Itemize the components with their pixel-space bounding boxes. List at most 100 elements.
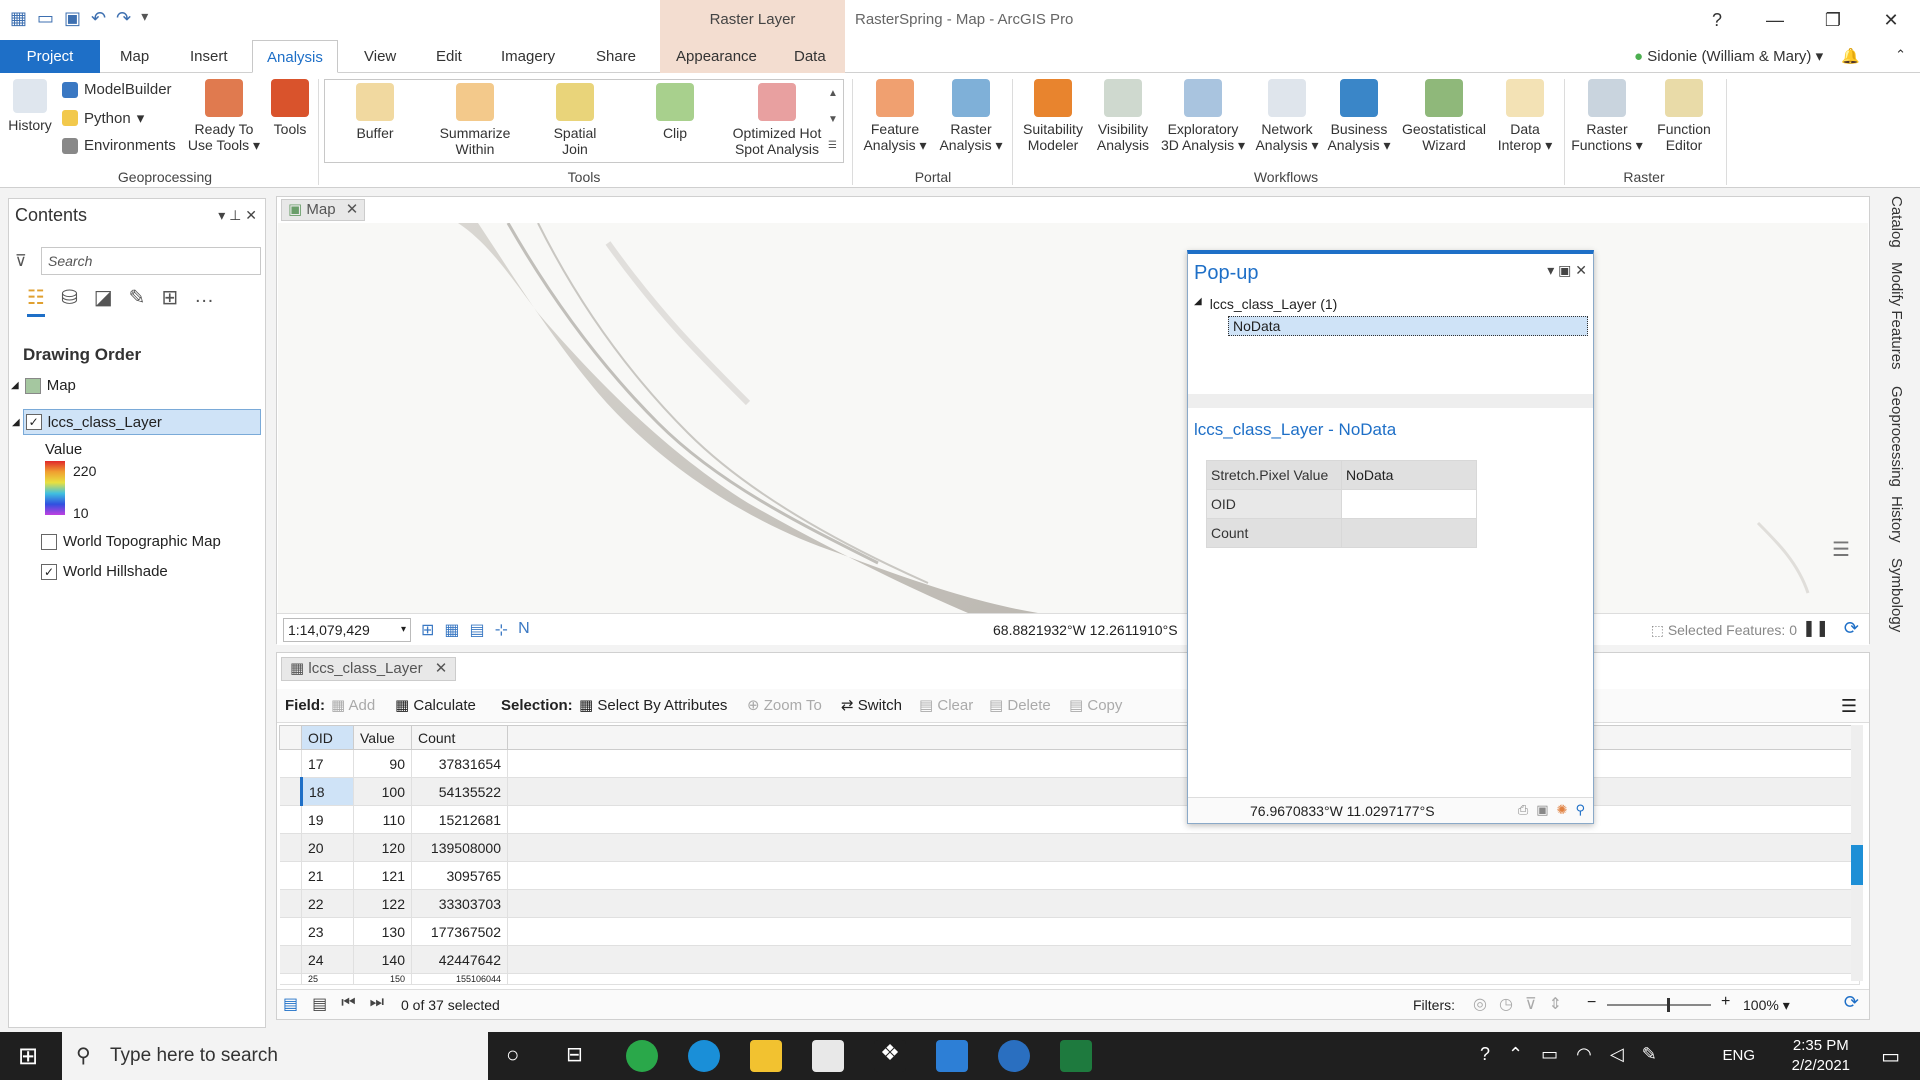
- popup-feature-item[interactable]: NoData: [1228, 316, 1588, 336]
- close-button[interactable]: ✕: [1862, 0, 1920, 40]
- list-by-drawing-order-icon[interactable]: ☷: [27, 285, 45, 317]
- ready-to-use-tools-button[interactable]: Ready To Use Tools ▾: [182, 79, 266, 153]
- gallery-scroll[interactable]: ▲ ▼ ☰: [828, 81, 838, 159]
- print-icon[interactable]: ⎙: [1518, 802, 1528, 818]
- scale-dropdown[interactable]: 1:14,079,429 ▾: [283, 618, 411, 642]
- clear-button[interactable]: ▤ Clear: [919, 689, 973, 723]
- side-tab-symbology[interactable]: Symbology: [1888, 558, 1905, 632]
- select-by-attributes-button[interactable]: ▦ Select By Attributes: [579, 689, 727, 723]
- geostatistical-wizard-button[interactable]: Geostatistical Wizard: [1396, 79, 1492, 153]
- toc-world-hillshade[interactable]: ✓ World Hillshade: [41, 563, 168, 580]
- tab-project[interactable]: Project: [0, 40, 100, 73]
- minimize-button[interactable]: —: [1746, 0, 1804, 40]
- map-overview-icon[interactable]: ☰: [1832, 537, 1850, 562]
- contents-search-input[interactable]: Search: [41, 247, 261, 275]
- chrome-icon[interactable]: [626, 1040, 658, 1072]
- side-tab-catalog[interactable]: Catalog: [1888, 196, 1905, 248]
- table-refresh-icon[interactable]: ⟳: [1844, 992, 1859, 1013]
- summarize-within-button[interactable]: Summarize Within: [430, 83, 520, 157]
- spatial-join-button[interactable]: Spatial Join: [540, 83, 610, 157]
- tools-button[interactable]: Tools: [268, 79, 312, 137]
- exploratory-3d-button[interactable]: Exploratory 3D Analysis ▾: [1158, 79, 1248, 153]
- business-analysis-button[interactable]: Business Analysis ▾: [1324, 79, 1394, 153]
- raster-analysis-button[interactable]: Raster Analysis ▾: [936, 79, 1006, 153]
- flash-icon[interactable]: ✺: [1557, 802, 1568, 818]
- side-tab-history[interactable]: History: [1888, 496, 1905, 543]
- dropbox-icon[interactable]: ❖: [874, 1040, 906, 1072]
- tray-chevron-icon[interactable]: ⌃: [1508, 1044, 1523, 1065]
- table-row[interactable]: 25 150 155106044: [279, 973, 1860, 985]
- toc-lccs-layer[interactable]: ◢ ✓ lccs_class_Layer: [12, 409, 261, 435]
- notification-icon[interactable]: 🔔: [1841, 48, 1860, 65]
- contents-pane-controls[interactable]: ▾ ⊥ ✕: [218, 207, 257, 224]
- notifications-icon[interactable]: ▭: [1881, 1044, 1900, 1069]
- select-all-corner[interactable]: [279, 725, 302, 750]
- pen-icon[interactable]: ✎: [1642, 1044, 1657, 1065]
- close-table-tab-icon[interactable]: ✕: [435, 660, 448, 677]
- topo-visibility-checkbox[interactable]: [41, 533, 57, 550]
- side-tab-modify-features[interactable]: Modify Features: [1888, 262, 1905, 370]
- undo-icon[interactable]: ↶: [91, 8, 106, 29]
- modelbuilder-button[interactable]: ModelBuilder: [62, 81, 172, 98]
- tab-imagery[interactable]: Imagery: [487, 40, 569, 73]
- collapse-ribbon-icon[interactable]: ⌃: [1895, 47, 1906, 63]
- delete-button[interactable]: ▤ Delete: [989, 689, 1051, 723]
- switch-button[interactable]: ⇄ Switch: [841, 689, 902, 723]
- filter-extent-icon[interactable]: ◎: [1473, 994, 1487, 1014]
- table-row[interactable]: 17 90 37831654: [279, 749, 1860, 778]
- customize-qa-icon[interactable]: ▾: [141, 8, 148, 29]
- column-header-oid[interactable]: OID: [301, 725, 354, 750]
- save-icon[interactable]: ▣: [64, 8, 81, 29]
- list-by-editing-icon[interactable]: ✎: [129, 285, 146, 317]
- taskbar-search[interactable]: ⚲ Type here to search: [62, 1032, 488, 1080]
- table-options-menu-icon[interactable]: ☰: [1841, 689, 1857, 723]
- table-row[interactable]: 23 130 177367502: [279, 917, 1860, 946]
- help-tray-icon[interactable]: ?: [1480, 1044, 1490, 1065]
- buffer-button[interactable]: Buffer: [340, 83, 410, 141]
- zoom-level[interactable]: 100% ▾: [1743, 997, 1790, 1014]
- selected-features-count[interactable]: ⬚ Selected Features: 0: [1651, 622, 1797, 639]
- zoom-to-button[interactable]: ⊕ Zoom To: [747, 689, 822, 723]
- new-project-icon[interactable]: ▦: [10, 8, 27, 29]
- side-tab-geoprocessing[interactable]: Geoprocessing: [1888, 386, 1905, 487]
- task-view-icon[interactable]: ⊟: [566, 1042, 583, 1067]
- column-header-count[interactable]: Count: [411, 725, 508, 750]
- popup-window-controls[interactable]: ▾ ▣ ✕: [1547, 262, 1587, 279]
- zoom-out-icon[interactable]: −: [1587, 994, 1596, 1012]
- tab-insert[interactable]: Insert: [176, 40, 242, 73]
- table-row[interactable]: 21 121 3095765: [279, 861, 1860, 890]
- network-analysis-button[interactable]: Network Analysis ▾: [1252, 79, 1322, 153]
- zoom-slider[interactable]: [1607, 998, 1711, 1012]
- list-by-selection-icon[interactable]: ◪: [94, 285, 113, 317]
- add-field-button[interactable]: ▦ Add: [331, 689, 375, 723]
- suitability-modeler-button[interactable]: Suitability Modeler: [1016, 79, 1090, 153]
- list-by-snapping-icon[interactable]: ⊞: [161, 285, 178, 317]
- toc-world-topo[interactable]: World Topographic Map: [41, 533, 221, 550]
- toc-map[interactable]: ◢ Map: [11, 377, 76, 394]
- filter-time-icon[interactable]: ◷: [1499, 994, 1513, 1014]
- mail-icon[interactable]: [936, 1040, 968, 1072]
- table-scrollbar[interactable]: [1851, 725, 1863, 981]
- open-icon[interactable]: ▭: [37, 8, 54, 29]
- optimized-hot-spot-button[interactable]: Optimized Hot Spot Analysis: [722, 83, 832, 157]
- calculate-button[interactable]: ▦ Calculate: [395, 689, 476, 723]
- north-arrow-icon[interactable]: N: [518, 620, 530, 640]
- tab-map[interactable]: Map: [106, 40, 163, 73]
- excel-icon[interactable]: [1060, 1040, 1092, 1072]
- taskbar-clock[interactable]: 2:35 PM 2/2/2021: [1792, 1036, 1850, 1076]
- filter-icon[interactable]: ⊽: [15, 251, 27, 271]
- volume-icon[interactable]: ◁: [1610, 1044, 1624, 1065]
- attribute-table-tab[interactable]: ▦ lccs_class_Layer ✕: [281, 657, 457, 681]
- user-account[interactable]: ● Sidonie (William & Mary) ▾ 🔔: [1634, 40, 1860, 73]
- tab-edit[interactable]: Edit: [422, 40, 476, 73]
- export-icon[interactable]: ▣: [1536, 802, 1548, 818]
- zoom-to-feature-icon[interactable]: ⚲: [1575, 802, 1585, 818]
- close-map-tab-icon[interactable]: ✕: [346, 201, 359, 218]
- tab-appearance[interactable]: Appearance: [662, 40, 771, 73]
- cortana-icon[interactable]: ○: [506, 1042, 519, 1068]
- table-row[interactable]: 22 122 33303703: [279, 889, 1860, 918]
- language-indicator[interactable]: ENG: [1722, 1032, 1755, 1080]
- show-selected-records-icon[interactable]: ▤: [312, 994, 327, 1014]
- data-interop-button[interactable]: Data Interop ▾: [1494, 79, 1556, 153]
- start-button[interactable]: ⊞: [18, 1042, 38, 1071]
